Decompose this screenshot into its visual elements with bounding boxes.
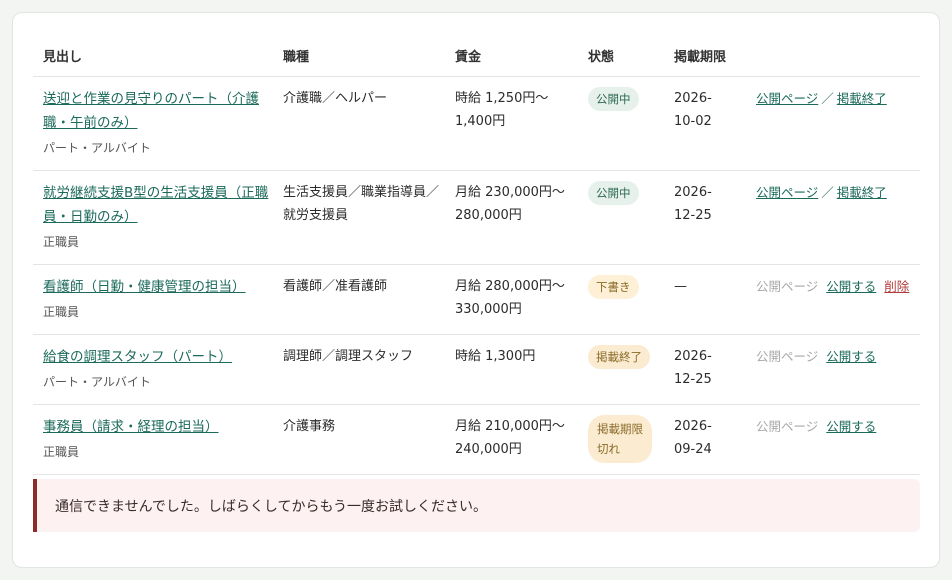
column-header-actions (746, 35, 920, 77)
column-header-status: 状態 (578, 35, 664, 77)
actions-cell: 公開ページ 公開する (746, 334, 920, 405)
publish-link[interactable]: 公開する (826, 279, 876, 294)
wage-cell: 時給 1,300円 (445, 334, 578, 405)
wage-cell: 月給 210,000円〜240,000円 (445, 404, 578, 475)
title-cell: 給食の調理スタッフ（パート） パート・アルバイト (33, 334, 273, 405)
employment-type: 正職員 (43, 444, 80, 459)
actions-cell: 公開ページ 公開する (746, 404, 920, 475)
public-page-link-disabled: 公開ページ (756, 348, 819, 364)
separator: ／ (821, 184, 834, 200)
title-cell: 送迎と作業の見守りのパート（介護職・午前のみ） パート・アルバイト (33, 76, 273, 171)
deadline-cell: — (664, 264, 746, 335)
status-badge: 掲載期限切れ (588, 414, 652, 463)
end-listing-link[interactable]: 掲載終了 (837, 185, 887, 200)
wage-cell: 月給 230,000円〜280,000円 (445, 170, 578, 265)
job-title-link[interactable]: 送迎と作業の見守りのパート（介護職・午前のみ） (43, 91, 259, 131)
job-type-cell: 看護師／准看護師 (273, 264, 445, 335)
column-header-wage: 賃金 (445, 35, 578, 77)
table-row: 事務員（請求・経理の担当） 正職員 介護事務 月給 210,000円〜240,0… (33, 404, 920, 475)
actions-cell: 公開ページ 公開する 削除 (746, 264, 920, 335)
deadline-cell: 2026-09-24 (664, 404, 746, 475)
delete-link[interactable]: 削除 (884, 279, 909, 294)
table-row: 給食の調理スタッフ（パート） パート・アルバイト 調理師／調理スタッフ 時給 1… (33, 334, 920, 405)
table-row: 看護師（日勤・健康管理の担当） 正職員 看護師／准看護師 月給 280,000円… (33, 264, 920, 335)
job-title-link[interactable]: 看護師（日勤・健康管理の担当） (43, 279, 246, 295)
status-badge: 下書き (588, 274, 639, 299)
publish-link[interactable]: 公開する (826, 349, 876, 364)
job-type-cell: 介護職／ヘルパー (273, 76, 445, 171)
job-type-cell: 調理師／調理スタッフ (273, 334, 445, 405)
title-cell: 事務員（請求・経理の担当） 正職員 (33, 404, 273, 475)
title-cell: 就労継続支援B型の生活支援員（正職員・日勤のみ） 正職員 (33, 170, 273, 265)
public-page-link[interactable]: 公開ページ (756, 185, 818, 200)
employment-type: 正職員 (43, 234, 80, 249)
publish-link[interactable]: 公開する (826, 419, 876, 434)
actions-cell: 公開ページ／掲載終了 (746, 170, 920, 265)
job-table: 見出し 職種 賃金 状態 掲載期限 送迎と作業の見守りのパート（介護職・午前のみ… (33, 35, 920, 475)
public-page-link[interactable]: 公開ページ (756, 91, 818, 106)
column-header-deadline: 掲載期限 (664, 35, 746, 77)
job-list-card: 見出し 職種 賃金 状態 掲載期限 送迎と作業の見守りのパート（介護職・午前のみ… (12, 12, 940, 568)
actions-cell: 公開ページ／掲載終了 (746, 76, 920, 171)
status-badge: 公開中 (588, 86, 639, 111)
status-cell: 下書き (578, 264, 664, 335)
deadline-cell: 2026-12-25 (664, 170, 746, 265)
employment-type: 正職員 (43, 304, 80, 319)
end-listing-link[interactable]: 掲載終了 (837, 91, 887, 106)
deadline-cell: 2026-12-25 (664, 334, 746, 405)
separator: ／ (821, 90, 834, 106)
job-title-link[interactable]: 給食の調理スタッフ（パート） (43, 349, 232, 365)
error-alert-message: 通信できませんでした。しばらくしてからもう一度お試しください。 (55, 498, 488, 515)
public-page-link-disabled: 公開ページ (756, 278, 819, 294)
column-header-job-type: 職種 (273, 35, 445, 77)
job-type-cell: 生活支援員／職業指導員／就労支援員 (273, 170, 445, 265)
status-cell: 公開中 (578, 170, 664, 265)
status-badge: 掲載終了 (588, 344, 650, 369)
error-alert: 通信できませんでした。しばらくしてからもう一度お試しください。 (33, 479, 920, 532)
column-header-title: 見出し (33, 35, 273, 77)
deadline-cell: 2026-10-02 (664, 76, 746, 171)
job-type-cell: 介護事務 (273, 404, 445, 475)
table-row: 就労継続支援B型の生活支援員（正職員・日勤のみ） 正職員 生活支援員／職業指導員… (33, 170, 920, 265)
job-title-link[interactable]: 事務員（請求・経理の担当） (43, 419, 219, 435)
status-cell: 掲載終了 (578, 334, 664, 405)
status-cell: 公開中 (578, 76, 664, 171)
status-badge: 公開中 (588, 180, 639, 205)
wage-cell: 時給 1,250円〜1,400円 (445, 76, 578, 171)
employment-type: パート・アルバイト (43, 140, 151, 155)
employment-type: パート・アルバイト (43, 374, 151, 389)
table-row: 送迎と作業の見守りのパート（介護職・午前のみ） パート・アルバイト 介護職／ヘル… (33, 76, 920, 171)
wage-cell: 月給 280,000円〜330,000円 (445, 264, 578, 335)
title-cell: 看護師（日勤・健康管理の担当） 正職員 (33, 264, 273, 335)
public-page-link-disabled: 公開ページ (756, 418, 819, 434)
status-cell: 掲載期限切れ (578, 404, 664, 475)
table-header-row: 見出し 職種 賃金 状態 掲載期限 (33, 35, 920, 77)
job-title-link[interactable]: 就労継続支援B型の生活支援員（正職員・日勤のみ） (43, 185, 268, 225)
